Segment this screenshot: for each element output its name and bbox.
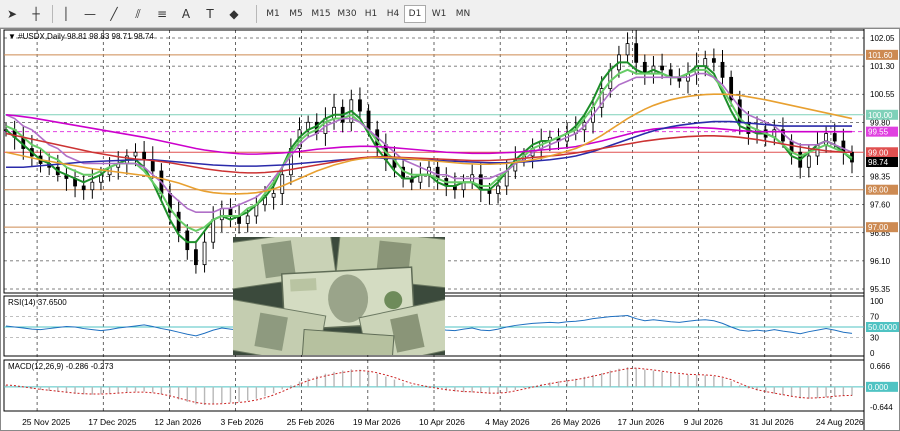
date-tick-label: 17 Dec 2025 <box>88 417 136 427</box>
shapes-dropdown-icon[interactable]: ◆ <box>226 4 242 24</box>
date-tick-label: 4 May 2026 <box>485 417 530 427</box>
text-label-icon[interactable]: T <box>202 4 218 24</box>
candle-body <box>435 166 440 179</box>
candle-body <box>660 65 664 71</box>
price-tick-label: 100.55 <box>870 90 895 99</box>
dollar-bills-photo <box>233 237 445 355</box>
rsi-tick-label: 0 <box>870 349 875 358</box>
date-tick-label: 24 Aug 2026 <box>816 417 864 427</box>
rsi-tick-label: 30 <box>870 333 879 342</box>
candle-body <box>332 106 336 119</box>
candle-body <box>642 61 647 74</box>
crosshair-icon[interactable]: ┼ <box>28 4 44 24</box>
candle-body <box>245 215 250 224</box>
toolbar-separator <box>52 5 53 23</box>
date-tick-label: 26 May 2026 <box>551 417 600 427</box>
timeframe-w1[interactable]: W1 <box>428 5 450 23</box>
timeframe-h4[interactable]: H4 <box>383 5 403 23</box>
price-label-text: 98.74 <box>868 158 889 167</box>
price-label-text: 99.00 <box>868 148 889 157</box>
candle-body <box>824 133 829 146</box>
candle-body <box>228 208 233 217</box>
date-tick-label: 19 Mar 2026 <box>353 417 401 427</box>
equidistant-channel-icon[interactable]: ⫽ <box>130 4 146 24</box>
candle-body <box>81 185 86 191</box>
price-tick-label: 96.10 <box>870 257 891 266</box>
toolbar-separator <box>256 5 257 23</box>
text-tool-icon[interactable]: A <box>178 4 194 24</box>
vertical-line-icon[interactable]: │ <box>58 4 74 24</box>
rsi-tick-label: 100 <box>870 297 884 306</box>
date-tick-label: 10 Apr 2026 <box>419 417 465 427</box>
price-tick-label: 101.30 <box>870 62 895 71</box>
candle-body <box>832 133 837 142</box>
candle-body <box>366 110 371 131</box>
timeframe-m5[interactable]: M5 <box>286 5 306 23</box>
candle-body <box>202 241 207 266</box>
timeframe-h1[interactable]: H1 <box>361 5 381 23</box>
price-tick-label: 102.05 <box>870 34 895 43</box>
candle-body <box>711 58 716 63</box>
trendline-icon[interactable]: ╱ <box>106 4 122 24</box>
date-tick-label: 17 Jun 2026 <box>617 417 664 427</box>
candle-body <box>211 219 216 243</box>
candle-body <box>194 249 198 266</box>
price-tick-label: 98.35 <box>870 173 891 182</box>
price-label-text: 100.00 <box>868 111 893 120</box>
candle-body <box>271 193 276 198</box>
macd-tick-label: 0.666 <box>870 362 891 371</box>
terminal-window: { "toolbar": { "timeframes": ["M1","M5",… <box>0 0 900 431</box>
date-tick-label: 31 Jul 2026 <box>750 417 794 427</box>
horizontal-line-icon[interactable]: — <box>82 4 98 24</box>
macd-header: MACD(12,26,9) -0.286 -0.273 <box>8 362 114 371</box>
candle-body <box>280 174 285 194</box>
price-tick-label: 97.60 <box>870 201 891 210</box>
rsi-tick-label: 70 <box>870 313 879 322</box>
fibonacci-icon[interactable]: ≡ <box>154 4 170 24</box>
candle-body <box>634 43 639 63</box>
candle-body <box>142 151 147 161</box>
candle-body <box>496 185 500 194</box>
candle-body <box>806 155 811 168</box>
timeframe-m15[interactable]: M15 <box>309 5 333 23</box>
candle-body <box>625 43 630 56</box>
timeframe-m1[interactable]: M1 <box>263 5 283 23</box>
candle-body <box>358 99 362 112</box>
toolbar: ➤ ┼ │ — ╱ ⫽ ≡ A T ◆ M1 M5 M15 M30 H1 H4 D1 W1 MN <box>0 0 900 28</box>
date-tick-label: 12 Jan 2026 <box>154 417 201 427</box>
date-tick-label: 9 Jul 2026 <box>684 417 723 427</box>
price-label-text: 99.55 <box>868 128 889 137</box>
date-tick-label: 25 Feb 2026 <box>287 417 335 427</box>
price-label-text: 101.60 <box>868 51 893 60</box>
candle-body <box>133 151 138 157</box>
timeframe-m30[interactable]: M30 <box>335 5 359 23</box>
candle-body <box>219 208 224 221</box>
candle-body <box>90 181 95 191</box>
symbol-header: ▼ #USDX,Daily 98.81 98.83 98.71 98.74 <box>8 32 154 41</box>
price-label-text: 97.00 <box>868 223 889 232</box>
macd-zero-label: 0.000 <box>868 383 889 392</box>
rsi-header: RSI(14) 37.6500 <box>8 298 67 307</box>
date-tick-label: 25 Nov 2025 <box>22 417 70 427</box>
timeframe-mn[interactable]: MN <box>452 5 474 23</box>
macd-tick-label: -0.644 <box>870 403 893 412</box>
candle-body <box>478 174 483 191</box>
candle-body <box>720 61 725 78</box>
price-label-text: 98.00 <box>868 186 889 195</box>
cursor-icon[interactable]: ➤ <box>4 4 20 24</box>
date-tick-label: 3 Feb 2026 <box>221 417 264 427</box>
chart-area: 25 Nov 2025 17 Dec 2025 12 Jan 2026 3 Feb 2… <box>0 28 900 431</box>
candle-body <box>703 58 708 67</box>
dollar-bills-image <box>233 237 445 355</box>
price-tick-label: 95.35 <box>870 285 891 294</box>
rsi-level-label: 50.0000 <box>868 323 897 332</box>
timeframe-d1[interactable]: D1 <box>404 5 426 23</box>
